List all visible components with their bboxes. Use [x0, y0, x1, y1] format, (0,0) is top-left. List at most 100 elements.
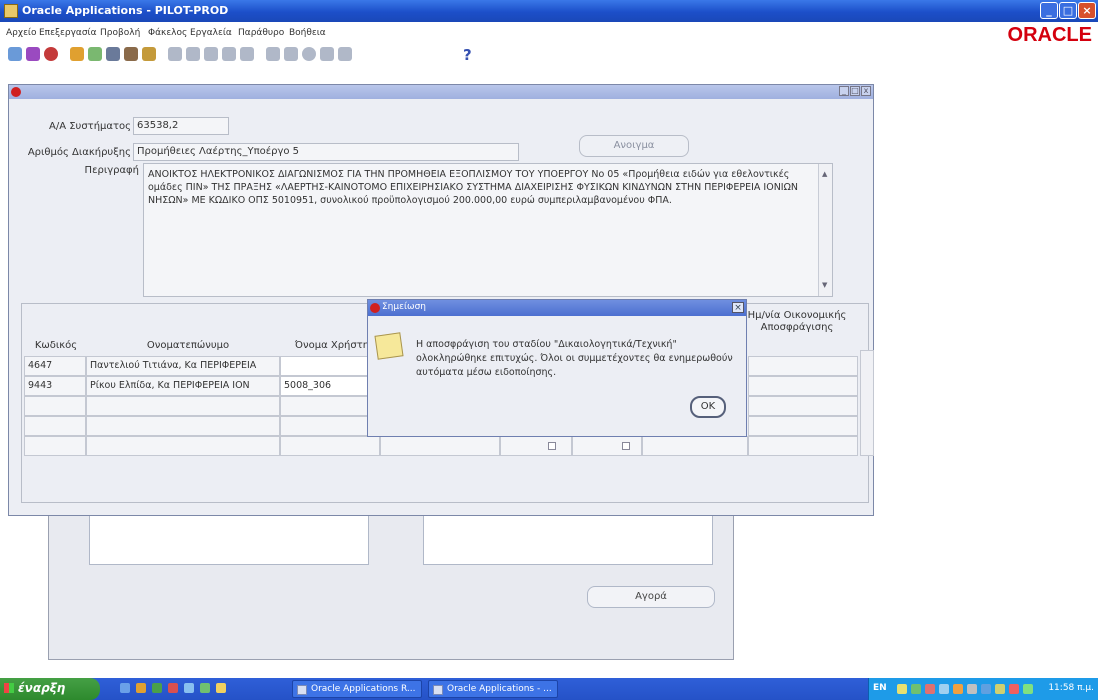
table-row-5-checkbox-a[interactable]	[548, 442, 556, 450]
zoom-icon[interactable]	[44, 47, 58, 61]
paste-icon[interactable]	[204, 47, 218, 61]
edit-field-icon[interactable]	[266, 47, 280, 61]
quicklaunch-icon-7[interactable]	[216, 683, 226, 693]
table-row-1-kodikos[interactable]: 4647	[24, 356, 86, 376]
table-row-4-user[interactable]	[280, 416, 380, 436]
table-row-4-date[interactable]	[748, 416, 858, 436]
tray-icon-8[interactable]	[995, 684, 1005, 694]
table-scrollbar[interactable]	[860, 350, 874, 456]
language-indicator[interactable]: EN	[873, 683, 887, 693]
form-minimize-button[interactable]: _	[839, 86, 849, 96]
quicklaunch-icon-2[interactable]	[136, 683, 146, 693]
menu-tools[interactable]: Εργαλεία	[190, 28, 232, 38]
tray-icon-7[interactable]	[981, 684, 991, 694]
menu-edit[interactable]: Επεξεργασία	[39, 28, 97, 38]
table-row-5-date[interactable]	[748, 436, 858, 456]
table-row-5-col5[interactable]	[500, 436, 572, 456]
maximize-button[interactable]: □	[1059, 2, 1077, 19]
find-icon[interactable]	[124, 47, 138, 61]
tray-icon-4[interactable]	[939, 684, 949, 694]
table-row-5-checkbox-b[interactable]	[622, 442, 630, 450]
close-button[interactable]: ×	[1078, 2, 1096, 19]
copy-icon[interactable]	[186, 47, 200, 61]
description-scrollbar[interactable]: ▲ ▼	[818, 164, 832, 296]
quicklaunch-icon-4[interactable]	[168, 683, 178, 693]
table-row-3-kodikos[interactable]	[24, 396, 86, 416]
form-maximize-button[interactable]: □	[850, 86, 860, 96]
table-row-5-col6[interactable]	[572, 436, 642, 456]
table-row-5-col4[interactable]	[380, 436, 500, 456]
table-row-5-user[interactable]	[280, 436, 380, 456]
dialog-titlebar: Σημείωση ×	[368, 300, 746, 316]
menu-bar: Αρχείο Επεξεργασία Προβολή Φάκελος Εργαλ…	[0, 22, 1098, 44]
clear-record-icon[interactable]	[222, 47, 236, 61]
form-close-button[interactable]: x	[861, 86, 871, 96]
attachments-icon[interactable]	[302, 47, 316, 61]
table-row-1-user[interactable]	[280, 356, 380, 376]
anoigma-button[interactable]: Ανοιγμα	[579, 135, 689, 157]
task-oracle-1[interactable]: Oracle Applications R...	[292, 680, 422, 698]
table-row-3-name[interactable]	[86, 396, 280, 416]
quicklaunch-icon-3[interactable]	[152, 683, 162, 693]
quicklaunch-icon-5[interactable]	[184, 683, 194, 693]
aa-field[interactable]: 63538,2	[133, 117, 229, 135]
form-window-titlebar: _ □ x	[9, 85, 873, 99]
scroll-down-icon[interactable]: ▼	[822, 279, 827, 292]
table-row-1-name[interactable]: Παντελιού Τιτιάνα, Κα ΠΕΡΙΦΕΡΕΙΑ	[86, 356, 280, 376]
start-button[interactable]: έναρξη	[0, 678, 100, 700]
table-row-3-date[interactable]	[748, 396, 858, 416]
scroll-up-icon[interactable]: ▲	[822, 168, 827, 181]
task-oracle-2[interactable]: Oracle Applications - ...	[428, 680, 558, 698]
menu-window[interactable]: Παράθυρο	[238, 28, 284, 38]
new-icon[interactable]	[106, 47, 120, 61]
menu-folder[interactable]: Φάκελος	[148, 28, 187, 38]
th-onoma-xristi: Όνομα Χρήστη	[294, 340, 370, 351]
arithmos-field[interactable]: Προμήθειες Λαέρτης_Υποέργο 5	[133, 143, 519, 161]
window-title: Oracle Applications - PILOT-PROD	[22, 4, 229, 17]
folder-tools-icon[interactable]	[320, 47, 334, 61]
table-row-5-name[interactable]	[86, 436, 280, 456]
tray-icon-9[interactable]	[1009, 684, 1019, 694]
table-row-2-kodikos[interactable]: 9443	[24, 376, 86, 396]
menu-help[interactable]: Βοήθεια	[289, 28, 326, 38]
tray-icon-6[interactable]	[967, 684, 977, 694]
table-row-3-user[interactable]	[280, 396, 380, 416]
table-row-4-kodikos[interactable]	[24, 416, 86, 436]
quicklaunch-icon-6[interactable]	[200, 683, 210, 693]
help-icon[interactable]: ?	[463, 46, 472, 64]
tray-icon-10[interactable]	[1023, 684, 1033, 694]
table-row-1-date[interactable]	[748, 356, 858, 376]
th-onomateponymo: Ονοματεπώνυμο	[146, 340, 230, 351]
table-row-4-name[interactable]	[86, 416, 280, 436]
quicklaunch-icon-1[interactable]	[120, 683, 130, 693]
menu-file[interactable]: Αρχείο	[6, 28, 37, 38]
table-row-2-user[interactable]: 5008_306	[280, 376, 380, 396]
close-form-icon[interactable]	[88, 47, 102, 61]
table-row-2-date[interactable]	[748, 376, 858, 396]
cut-icon[interactable]	[168, 47, 182, 61]
description-text: ΑΝΟΙΚΤΟΣ ΗΛΕΚΤΡΟΝΙΚΟΣ ΔΙΑΓΩΝΙΣΜΟΣ ΓΙΑ ΤΗ…	[148, 169, 798, 206]
table-row-5-col7[interactable]	[642, 436, 748, 456]
minimize-button[interactable]: _	[1040, 2, 1058, 19]
window-controls: _ □ ×	[1039, 2, 1096, 19]
ok-button[interactable]: OK	[690, 396, 726, 418]
translations-icon[interactable]	[284, 47, 298, 61]
window-help-icon[interactable]	[338, 47, 352, 61]
tray-icon-1[interactable]	[897, 684, 907, 694]
description-field[interactable]: ΑΝΟΙΚΤΟΣ ΗΛΕΚΤΡΟΝΙΚΟΣ ΔΙΑΓΩΝΙΣΜΟΣ ΓΙΑ ΤΗ…	[143, 163, 833, 297]
dialog-close-icon[interactable]: ×	[732, 302, 744, 313]
table-row-5-kodikos[interactable]	[24, 436, 86, 456]
delete-record-icon[interactable]	[240, 47, 254, 61]
tray-icon-3[interactable]	[925, 684, 935, 694]
print-icon[interactable]	[70, 47, 84, 61]
note-icon	[374, 332, 404, 360]
save-icon[interactable]	[8, 47, 22, 61]
navigate-icon[interactable]	[26, 47, 40, 61]
tray-icon-5[interactable]	[953, 684, 963, 694]
show-nav-icon[interactable]	[142, 47, 156, 61]
agora-button[interactable]: Αγορά	[587, 586, 715, 608]
tray-icon-2[interactable]	[911, 684, 921, 694]
table-row-2-name[interactable]: Ρίκου Ελπίδα, Κα ΠΕΡΙΦΕΡΕΙΑ ΙΟΝ	[86, 376, 280, 396]
menu-view[interactable]: Προβολή	[100, 28, 140, 38]
note-dialog: Σημείωση × Η αποσφράγιση του σταδίου "Δι…	[367, 299, 747, 437]
